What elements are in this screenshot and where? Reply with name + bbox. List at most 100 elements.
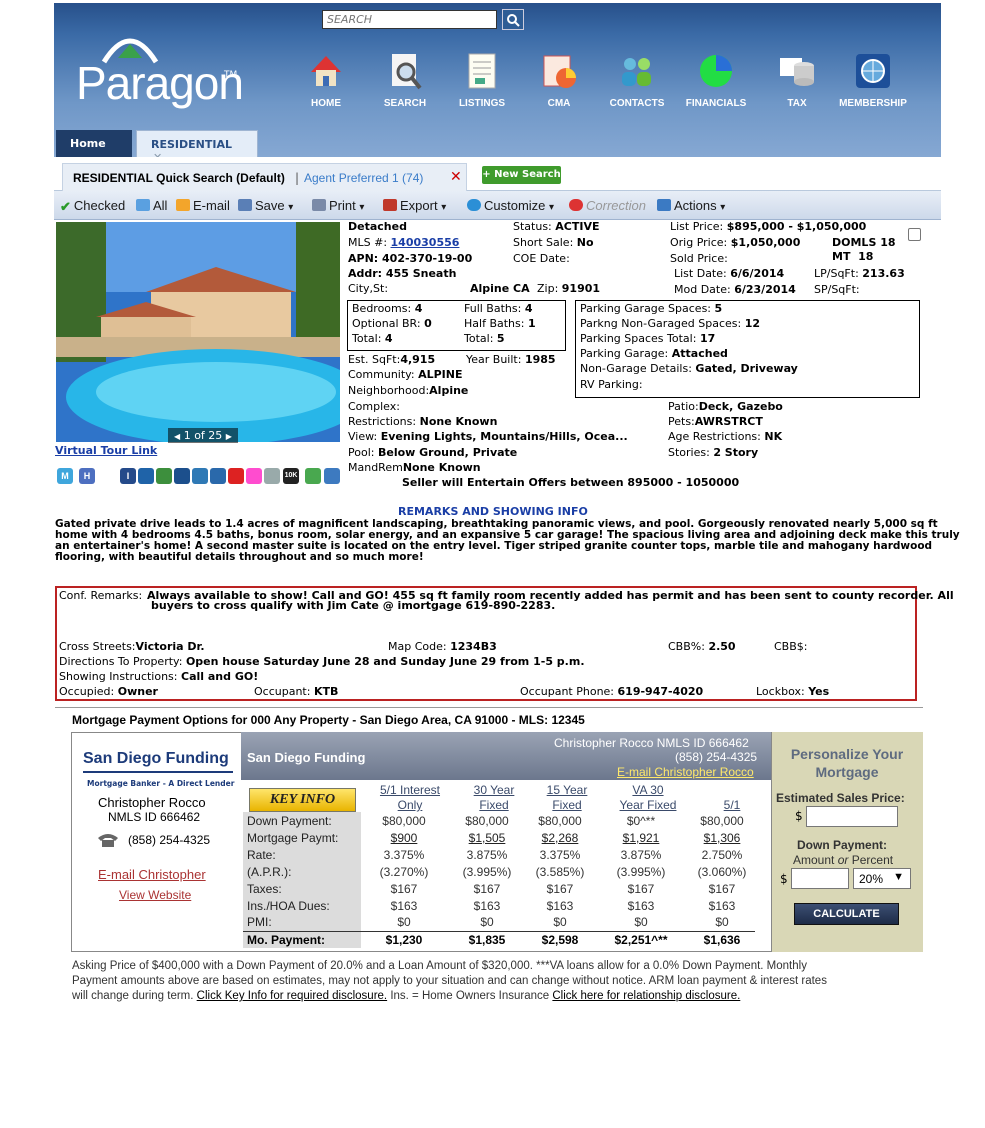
table-cell: $163 bbox=[473, 898, 501, 913]
feature-red-icon[interactable] bbox=[228, 468, 244, 484]
export-button[interactable]: Export ▾ bbox=[383, 198, 446, 213]
checked-button[interactable]: ✔ Checked bbox=[60, 198, 125, 214]
nav-cma[interactable]: CMA bbox=[524, 50, 594, 109]
next-icon[interactable]: ▶ bbox=[226, 432, 232, 441]
feature-h-icon[interactable]: H bbox=[79, 468, 95, 484]
nav-contacts-label: CONTACTS bbox=[609, 98, 665, 109]
chevron-down-icon: ▾ bbox=[359, 202, 365, 213]
table-cell: $1,835 bbox=[447, 930, 527, 948]
nav-listings[interactable]: LISTINGS bbox=[447, 50, 517, 109]
remarks-line-4: flooring, with beautiful details through… bbox=[55, 551, 424, 563]
print-icon bbox=[312, 199, 326, 211]
row-label: Taxes: bbox=[243, 880, 361, 897]
tab-residential-label: RESIDENTIAL bbox=[151, 138, 232, 151]
relationship-disclosure-link[interactable]: Click here for relationship disclosure. bbox=[552, 990, 740, 1002]
correction-label: Correction bbox=[586, 198, 646, 213]
save-button[interactable]: Save ▾ bbox=[238, 198, 293, 213]
feature-m-icon[interactable]: M bbox=[57, 468, 73, 484]
tab-residential[interactable]: RESIDENTIAL ✕ bbox=[136, 130, 258, 164]
row-label: (A.P.R.): bbox=[243, 863, 361, 880]
list-date-label: List Date: bbox=[674, 267, 727, 280]
feature-map-icon[interactable] bbox=[264, 468, 280, 484]
table-cell[interactable]: $2,268 bbox=[527, 829, 593, 846]
feature-house-icon[interactable] bbox=[138, 468, 154, 484]
short-sale-value: No bbox=[576, 236, 594, 249]
nav-tax[interactable]: TAX bbox=[762, 50, 832, 109]
table-cell: $167 bbox=[473, 881, 501, 896]
table-cell: $2,598 bbox=[527, 930, 593, 948]
subtab-quick[interactable]: RESIDENTIAL Quick Search (Default) bbox=[73, 171, 285, 185]
zip-label: Zip: bbox=[537, 282, 559, 295]
est-price-input[interactable] bbox=[806, 806, 898, 827]
lockbox-row: Lockbox: Yes bbox=[756, 685, 829, 699]
table-cell[interactable]: $1,505 bbox=[447, 829, 527, 846]
down-payment-input[interactable] bbox=[791, 868, 849, 889]
mod-date-value: 6/23/2014 bbox=[734, 283, 796, 296]
down-sub: Amount or Percent bbox=[793, 853, 893, 867]
feature-green-icon[interactable] bbox=[156, 468, 172, 484]
table-cell: 3.375% bbox=[383, 847, 425, 862]
all-button[interactable]: All bbox=[136, 198, 167, 213]
search-button[interactable] bbox=[502, 9, 524, 30]
loan-col-header[interactable]: 5/1 bbox=[672, 798, 792, 812]
new-search-button[interactable]: + New Search bbox=[482, 166, 561, 184]
feature-school-icon[interactable] bbox=[174, 468, 190, 484]
virtual-tour-link[interactable]: Virtual Tour Link bbox=[55, 444, 157, 458]
loan-col-header[interactable]: VA 30 bbox=[588, 783, 708, 797]
feature-10k-icon[interactable]: 10K bbox=[283, 468, 299, 484]
percent-select[interactable]: 20% ▼ bbox=[853, 868, 911, 889]
view-website-link[interactable]: View Website bbox=[119, 888, 191, 902]
email-button[interactable]: E-mail bbox=[176, 198, 230, 213]
occ-phone-value: 619-947-4020 bbox=[617, 685, 704, 698]
mandrem-label: MandRem bbox=[348, 461, 403, 474]
print-button[interactable]: Print ▾ bbox=[312, 198, 364, 213]
listing-photo[interactable] bbox=[56, 222, 340, 442]
table-row: Mo. Payment: $1,230 $1,835 $2,598 $2,251^** $… bbox=[243, 930, 755, 948]
search-input[interactable] bbox=[322, 10, 497, 29]
table-row: PMI: $0 $0 $0 $0 $0 bbox=[243, 914, 755, 931]
calculate-button[interactable]: CALCULATE bbox=[794, 903, 899, 925]
key-info-disclosure-link[interactable]: Click Key Info for required disclosure. bbox=[197, 990, 387, 1002]
tab-home[interactable]: Home bbox=[56, 130, 132, 157]
table-cell: (3.995%) bbox=[462, 864, 512, 879]
table-cell[interactable]: $1,921 bbox=[593, 829, 689, 846]
mls-link[interactable]: 140030556 bbox=[391, 236, 460, 249]
nav-home[interactable]: HOME bbox=[291, 50, 361, 109]
correction-button[interactable]: Correction bbox=[569, 198, 646, 213]
table-cell[interactable]: $900 bbox=[361, 829, 447, 846]
nav-contacts[interactable]: CONTACTS bbox=[602, 50, 672, 109]
prev-icon[interactable]: ◀ bbox=[174, 432, 180, 441]
nav-financials[interactable]: FINANCIALS bbox=[681, 50, 751, 109]
email-christopher-link[interactable]: E-mail Christopher bbox=[98, 867, 206, 882]
feature-share-icon[interactable] bbox=[324, 468, 340, 484]
company-logo: San Diego Funding bbox=[83, 750, 229, 767]
select-checkbox[interactable] bbox=[908, 228, 921, 241]
optional-br-row: Optional BR: 0 bbox=[352, 317, 432, 331]
community-label: Community: bbox=[348, 368, 415, 381]
stories-value: 2 Story bbox=[713, 446, 759, 459]
table-cell: $163 bbox=[390, 898, 418, 913]
company-tagline: Mortgage Banker - A Direct Lender bbox=[87, 779, 235, 788]
doml-value: 18 bbox=[880, 236, 896, 249]
subtab-sep: | bbox=[295, 171, 300, 185]
restrictions-row: Restrictions: None Known bbox=[348, 415, 497, 429]
feature-i-icon[interactable]: I bbox=[120, 468, 136, 484]
feature-plan-icon[interactable] bbox=[210, 468, 226, 484]
table-cell[interactable]: $1,306 bbox=[689, 829, 755, 846]
header-email-link[interactable]: E-mail Christopher Rocco bbox=[617, 765, 754, 779]
table-cell: $167 bbox=[546, 881, 574, 896]
feature-walk-icon[interactable] bbox=[305, 468, 321, 484]
est-price-label: Estimated Sales Price: bbox=[776, 791, 905, 805]
nav-search[interactable]: SEARCH bbox=[370, 50, 440, 109]
photo-counter[interactable]: ◀ 1 of 25 ▶ bbox=[168, 428, 238, 443]
actions-button[interactable]: Actions ▾ bbox=[657, 198, 725, 213]
list-date-row: List Date: 6/6/2014 bbox=[674, 267, 784, 281]
nav-membership[interactable]: MEMBERSHIP bbox=[838, 50, 908, 109]
close-icon[interactable]: ✕ bbox=[450, 169, 462, 185]
feature-circle-icon[interactable] bbox=[192, 468, 208, 484]
nav-tax-label: TAX bbox=[787, 98, 807, 109]
customize-button[interactable]: Customize ▾ bbox=[467, 198, 554, 213]
dollar-sign: $ bbox=[795, 809, 803, 823]
feature-color-icon[interactable] bbox=[246, 468, 262, 484]
subtab-agent[interactable]: Agent Preferred 1 (74) bbox=[304, 171, 423, 185]
